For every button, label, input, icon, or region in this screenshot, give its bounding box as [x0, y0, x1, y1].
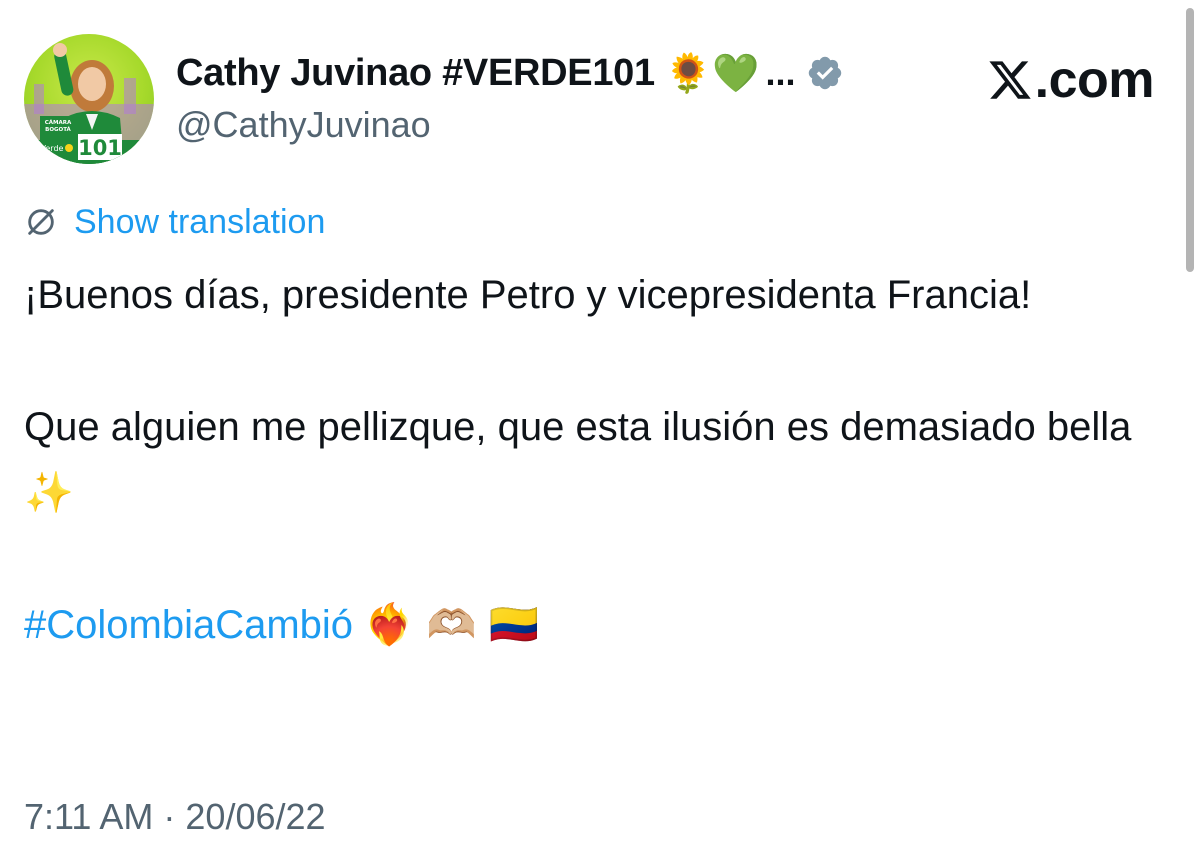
globe-icon — [28, 209, 54, 235]
scrollbar-thumb[interactable] — [1186, 8, 1194, 272]
hashtag-emojis: ❤️‍🔥 🫶🏼 🇨🇴 — [364, 602, 540, 648]
sparkles-emoji: ✨ — [24, 470, 74, 516]
tweet-timestamp[interactable]: 7:11 AM · 20/06/22 — [24, 796, 326, 838]
tweet-text: ¡Buenos días, presidente Petro y vicepre… — [24, 262, 1144, 658]
show-translation-button[interactable]: Show translation — [24, 200, 325, 244]
author-name-emojis: 🌻💚 — [664, 51, 760, 95]
verified-badge-icon[interactable] — [806, 54, 844, 92]
author-display-name[interactable]: Cathy Juvinao #VERDE101 — [176, 52, 655, 95]
author-handle[interactable]: @CathyJuvinao — [176, 104, 431, 146]
author-name-row[interactable]: Cathy Juvinao #VERDE101 🌻💚 ... — [176, 46, 844, 100]
name-truncation: ... — [765, 52, 796, 93]
tweet-paragraph-2: Que alguien me pellizque, que esta ilusi… — [24, 394, 1144, 526]
avatar-text-number: 101 — [78, 136, 122, 160]
brand-watermark: .com — [987, 50, 1155, 110]
brand-label: .com — [1034, 51, 1155, 109]
avatar-image: CÁMARA BOGOTÁ Verde 101 — [24, 43, 154, 164]
tweet-card: CÁMARA BOGOTÁ Verde 101 Cathy Juvinao #V… — [0, 0, 1200, 868]
tweet-paragraph-1: ¡Buenos días, presidente Petro y vicepre… — [24, 273, 1032, 317]
hashtag-link[interactable]: #ColombiaCambió — [24, 603, 353, 647]
avatar-text-camara: CÁMARA — [45, 119, 72, 126]
avatar[interactable]: CÁMARA BOGOTÁ Verde 101 — [24, 34, 154, 164]
show-translation-label[interactable]: Show translation — [74, 203, 325, 242]
avatar-text-party: Verde — [41, 144, 64, 153]
x-logo-icon — [989, 61, 1031, 99]
tweet-paragraph-3: #ColombiaCambió ❤️‍🔥 🫶🏼 🇨🇴 — [24, 592, 1144, 658]
tweet-paragraph-2-text: Que alguien me pellizque, que esta ilusi… — [24, 405, 1132, 449]
avatar-text-city: BOGOTÁ — [45, 126, 71, 133]
